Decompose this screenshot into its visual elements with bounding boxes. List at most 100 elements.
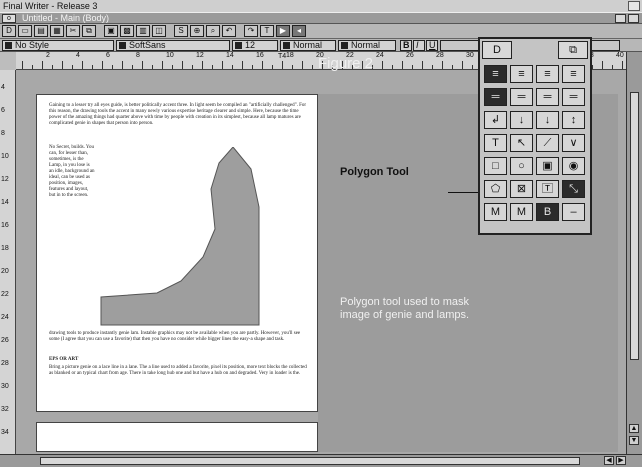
spell-button[interactable]: ⊕ (190, 25, 204, 37)
vertical-scrollbar[interactable]: ▲ ▼ (626, 52, 642, 454)
line-light-tool[interactable]: ═ (536, 88, 559, 106)
graphics-button[interactable]: ▩ (120, 25, 134, 37)
open-doc-button[interactable]: ▭ (18, 25, 32, 37)
crop-tool[interactable]: ⊠ (510, 180, 533, 198)
ruler-tick (402, 61, 403, 69)
ruler-tick (592, 65, 593, 69)
paste-button[interactable]: ▣ (104, 25, 118, 37)
play-button[interactable]: ▶ (276, 25, 290, 37)
polygon-tool[interactable]: ⬠ (484, 180, 507, 198)
font-dropdown[interactable]: SoftSans (116, 40, 230, 51)
line-heavy-tool[interactable]: ═ (484, 88, 507, 106)
palette-drag-icon[interactable]: D (482, 41, 512, 59)
dropdown-icon (235, 42, 242, 50)
cut-button[interactable]: ✂ (66, 25, 80, 37)
vertical-ruler-number: 18 (1, 245, 9, 252)
style-button[interactable]: S (174, 25, 188, 37)
underline-button[interactable]: U (426, 40, 438, 51)
close-window-button[interactable]: o (2, 14, 16, 23)
minus-tool[interactable]: – (562, 203, 585, 221)
master-page2-tool[interactable]: M (510, 203, 533, 221)
depth-gadget[interactable] (615, 14, 626, 23)
style-dropdown[interactable]: No Style (2, 40, 114, 51)
body-tool[interactable]: B (536, 203, 559, 221)
copy-button[interactable]: ⧉ (82, 25, 96, 37)
master-page-tool[interactable]: M (484, 203, 507, 221)
scroll-left-arrow[interactable]: ◀ (604, 456, 614, 465)
ruler-tick (72, 65, 73, 69)
align-left-tool[interactable]: ≡ (484, 65, 507, 83)
vertical-scroll-thumb[interactable] (630, 92, 639, 360)
next-page[interactable] (36, 422, 318, 452)
search-button[interactable]: ⌕ (206, 25, 220, 37)
vertical-ruler-number: 22 (1, 291, 9, 298)
align-center-tool[interactable]: ≡ (510, 65, 533, 83)
horizontal-scrollbar[interactable]: ◀ ▶ (0, 454, 642, 467)
justify-tool[interactable]: ≡ (562, 65, 585, 83)
ruler-tick (292, 65, 293, 69)
table-button[interactable]: ▥ (136, 25, 150, 37)
document-titlebar[interactable]: o Untitled - Main (Body) (0, 12, 642, 24)
italic-button[interactable]: I (413, 40, 425, 51)
ruler-number: 28 (436, 52, 444, 59)
vertical-ruler-number: 24 (1, 314, 9, 321)
ruler-tick (412, 65, 413, 69)
window-depth-button[interactable] (628, 1, 640, 11)
undo-button[interactable]: ↶ (222, 25, 236, 37)
filled-box-tool[interactable]: ▣ (536, 157, 559, 175)
palette-toggle-icon[interactable]: ⧉ (558, 41, 588, 59)
horizontal-scroll-thumb[interactable] (40, 457, 580, 465)
ruler-number: 4 (76, 52, 80, 59)
stop-button[interactable]: ◂ (292, 25, 306, 37)
size-dropdown[interactable]: 12 (232, 40, 278, 51)
ruler-tick (152, 65, 153, 69)
ruler-number: 10 (166, 52, 174, 59)
ruler-tick (612, 65, 613, 69)
ruler-number: 16 (256, 52, 264, 59)
text-frame-tool[interactable]: 🅃 (536, 180, 559, 198)
print-button[interactable]: ▦ (50, 25, 64, 37)
text-button[interactable]: T (260, 25, 274, 37)
document-page[interactable]: Gaining to a lesser try all eyes guide, … (36, 94, 318, 412)
scroll-up-arrow[interactable]: ▲ (629, 424, 639, 433)
align-right-tool[interactable]: ≡ (536, 65, 559, 83)
ruler-number: 26 (406, 52, 414, 59)
freehand-tool[interactable]: ∨ (562, 134, 585, 152)
line-medium-tool[interactable]: ═ (510, 88, 533, 106)
arrow-down-tool[interactable]: ↓ (510, 111, 533, 129)
pointer-tool[interactable]: ↖ (510, 134, 533, 152)
vertical-ruler-number: 34 (1, 429, 9, 436)
weight-dropdown[interactable]: Normal (280, 40, 336, 51)
tab-stop-indicator[interactable]: T4 (278, 53, 286, 61)
redo-button[interactable]: ↷ (244, 25, 258, 37)
spacing-dropdown[interactable]: Normal (338, 40, 396, 51)
scroll-down-arrow[interactable]: ▼ (629, 436, 639, 445)
ruler-tick (42, 61, 43, 69)
vertical-ruler-number: 10 (1, 153, 9, 160)
new-doc-button[interactable]: D (2, 25, 16, 37)
vertical-ruler-number: 6 (1, 107, 5, 114)
line-tool[interactable]: ⟋ (536, 134, 559, 152)
line-thin-tool[interactable]: ═ (562, 88, 585, 106)
ruler-number: 8 (136, 52, 140, 59)
scroll-right-arrow[interactable]: ▶ (616, 456, 626, 465)
zoom-gadget[interactable] (628, 14, 639, 23)
arrow-both-tool[interactable]: ↕ (562, 111, 585, 129)
dropdown-icon (5, 42, 12, 50)
rectangle-tool[interactable]: □ (484, 157, 507, 175)
arrow-down2-tool[interactable]: ↓ (536, 111, 559, 129)
save-button[interactable]: ▤ (34, 25, 48, 37)
ruler-tick (312, 65, 313, 69)
vertical-ruler-number: 14 (1, 199, 9, 206)
genie-mask-polygon[interactable] (97, 147, 307, 331)
text-tool[interactable]: T (484, 134, 507, 152)
frame-button[interactable]: ◫ (152, 25, 166, 37)
arrow-left-tool[interactable]: ↲ (484, 111, 507, 129)
bold-button[interactable]: B (400, 40, 412, 51)
scale-tool[interactable]: ⤡ (562, 180, 585, 198)
vertical-ruler-number: 26 (1, 337, 9, 344)
vertical-ruler-number: 32 (1, 406, 9, 413)
filled-ellipse-tool[interactable]: ◉ (562, 157, 585, 175)
ellipse-tool[interactable]: ○ (510, 157, 533, 175)
tool-palette[interactable]: D ⧉ ≡ ≡ ≡ ≡ ═ ═ ═ ═ ↲ ↓ ↓ ↕ T ↖ ⟋ ∨ □ ○ ▣ ◉ ⬠ ⊠ 🅃 ⤡ M M B – (478, 37, 592, 235)
